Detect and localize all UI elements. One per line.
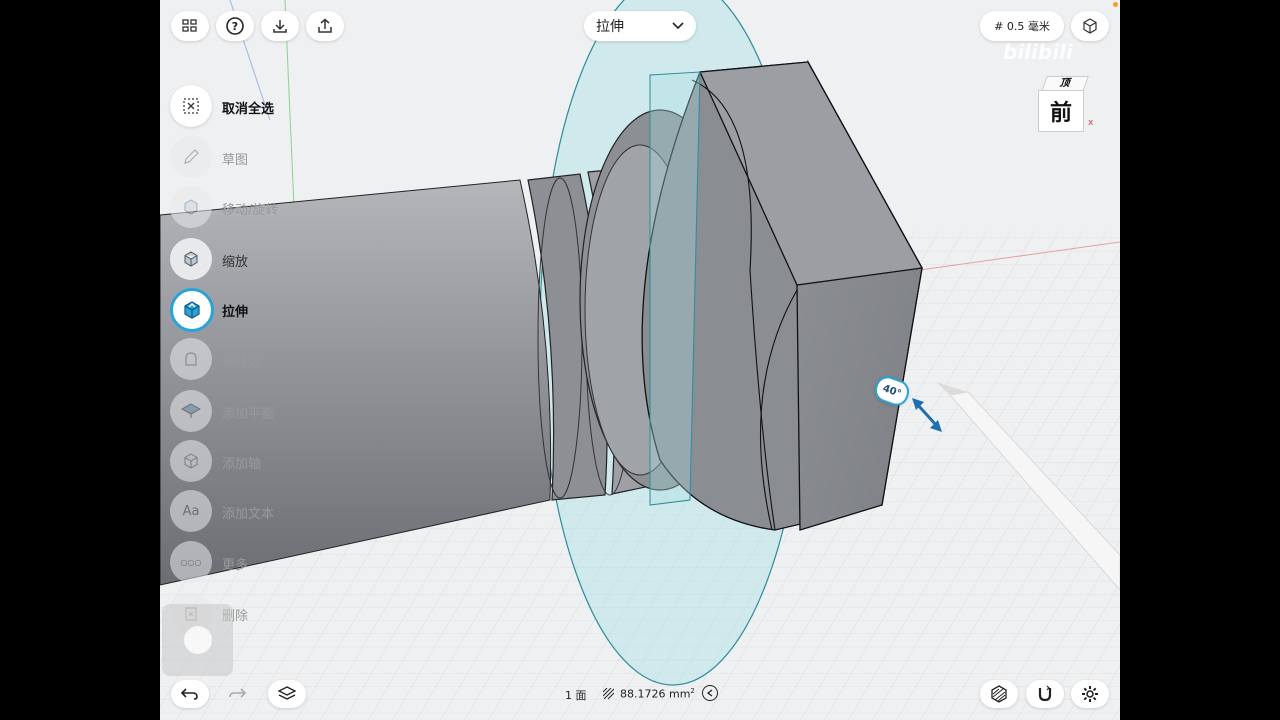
area-unit-superscript: 2 (690, 687, 695, 695)
tool-offset-label: 偏移边 (222, 355, 262, 370)
mode-dropdown[interactable]: 拉伸 (584, 11, 696, 41)
download-icon (273, 20, 287, 33)
redo-button[interactable] (222, 680, 252, 708)
undo-icon (181, 688, 198, 700)
view-cube[interactable]: 顶 前 x (1034, 76, 1094, 138)
face-count-text: 1 面 (565, 689, 587, 702)
area-readout: 88.1726 mm2 (603, 687, 695, 701)
collapse-status-button[interactable] (702, 685, 718, 701)
watermark-text: bilibili (1003, 40, 1073, 64)
watermark-logo: bilibili (1003, 40, 1073, 64)
tool-deselect-label: 取消全选 (222, 102, 275, 117)
tool-sketch-label: 草图 (222, 153, 249, 168)
settings-button[interactable] (1071, 680, 1109, 708)
tool-move-button[interactable] (170, 186, 212, 228)
tool-add-text-button[interactable]: Aa (170, 490, 212, 532)
tool-add-text-label: 添加文本 (222, 507, 275, 522)
export-button[interactable] (306, 11, 344, 41)
share-icon (318, 18, 332, 33)
tool-scale-label: 缩放 (222, 255, 249, 270)
tool-deselect-button[interactable] (170, 85, 212, 127)
more-icon: ○○○ (180, 557, 202, 567)
undo-button[interactable] (171, 680, 209, 708)
tool-more-label: 更多 (222, 558, 249, 573)
help-button[interactable]: ? (216, 11, 254, 41)
tool-move-label: 移动/旋转 (222, 203, 279, 218)
tool-sketch-button[interactable] (170, 136, 212, 178)
magnet-icon (1038, 685, 1052, 702)
cube-view-icon (1083, 18, 1097, 34)
app-window: 40° ? 拉伸 # 0.5 毫米 bilibili 顶 前 x 取消全选 草图… (160, 0, 1120, 720)
view-cube-front[interactable]: 前 (1038, 90, 1084, 132)
add-axis-icon (182, 452, 200, 470)
tool-extrude-label: 拉伸 (222, 305, 249, 320)
touch-overlay (162, 604, 233, 676)
tool-add-plane-button[interactable] (170, 390, 212, 432)
grid-size-indicator[interactable]: # 0.5 毫米 (980, 11, 1064, 41)
face-count: 1 面 (565, 687, 587, 703)
material-cube-icon (991, 685, 1007, 703)
tool-offset-button[interactable] (170, 338, 212, 380)
scale-cube-icon (182, 250, 200, 268)
hatch-icon (603, 688, 614, 700)
tool-scale-button[interactable] (170, 238, 212, 280)
import-button[interactable] (261, 11, 299, 41)
gear-icon (1082, 686, 1098, 702)
tool-extrude-button[interactable] (170, 288, 214, 332)
chevron-down-icon (672, 22, 684, 30)
grid-size-text: # 0.5 毫米 (994, 20, 1050, 33)
grid-icon (182, 19, 197, 32)
layers-button[interactable] (268, 680, 306, 708)
grid-view-button[interactable] (171, 11, 209, 41)
chevron-left-icon (707, 689, 713, 697)
tool-add-plane-label: 添加平面 (222, 407, 275, 422)
add-plane-icon (181, 403, 201, 419)
svg-text:?: ? (232, 20, 238, 33)
help-icon: ? (226, 17, 244, 35)
view-cube-top-label: 顶 (1058, 78, 1073, 89)
angle-badge-text: 40° (881, 382, 903, 400)
3d-viewport[interactable] (160, 0, 1120, 720)
touch-dot (184, 626, 212, 654)
mode-dropdown-label: 拉伸 (596, 19, 624, 35)
deselect-icon (183, 98, 199, 114)
tool-add-axis-button[interactable] (170, 440, 212, 482)
view-cube-front-label: 前 (1049, 101, 1072, 126)
extrude-icon (182, 300, 202, 320)
appearance-button[interactable] (980, 680, 1018, 708)
view-cube-x-label: x (1088, 118, 1094, 128)
snap-button[interactable] (1026, 680, 1064, 708)
area-value: 88.1726 mm (620, 687, 691, 701)
tool-more-button[interactable]: ○○○ (170, 541, 212, 583)
offset-edge-icon (182, 350, 200, 368)
orange-dot (1113, 2, 1118, 7)
text-icon: Aa (182, 503, 200, 519)
move-rotate-icon (182, 198, 200, 216)
tool-add-axis-label: 添加轴 (222, 457, 262, 472)
pencil-icon (182, 148, 200, 166)
layers-icon (278, 686, 296, 700)
view-mode-button[interactable] (1071, 11, 1109, 41)
redo-icon (229, 688, 246, 698)
